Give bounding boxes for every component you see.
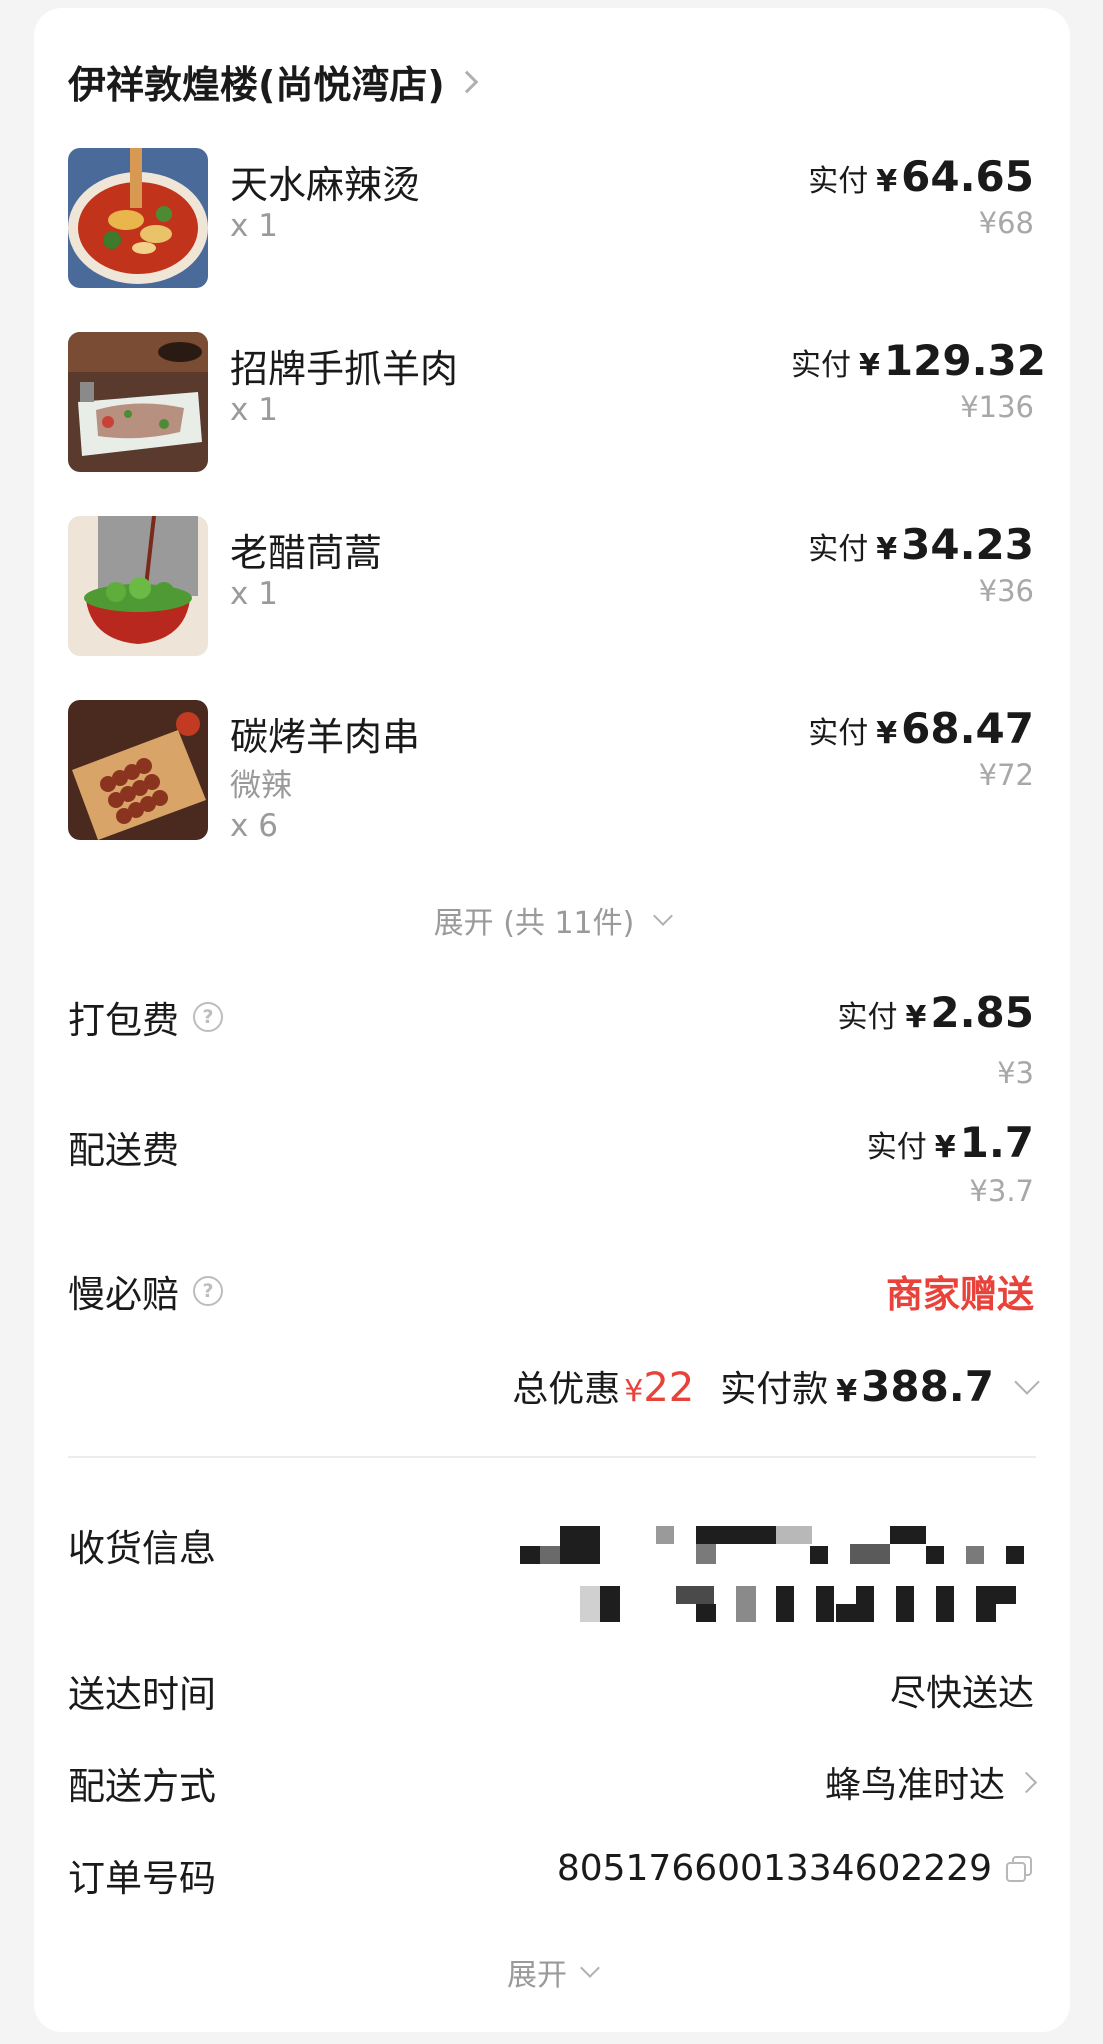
- packing-fee-paid: 实付 ¥ 2.85: [674, 988, 1034, 1037]
- paid-amount: 68.47: [901, 704, 1034, 753]
- item-paid-price: 实付 ¥ 34.23: [674, 520, 1034, 569]
- vinegar-greens-food-image: [68, 516, 208, 656]
- lamb-skewers-food-image: [68, 700, 208, 840]
- delivery-fee-label: 配送费: [68, 1129, 179, 1172]
- late-compensation-label: 慢必赔: [68, 1273, 179, 1316]
- item-spec: 微辣: [230, 768, 292, 804]
- packing-fee-label: 打包费: [68, 999, 179, 1042]
- item-qty: x 1: [230, 576, 278, 612]
- chevron-down-icon: [580, 1958, 600, 1978]
- delivery-time-value: 尽快送达: [889, 1673, 1034, 1714]
- paid-total-label: 实付款: [720, 1369, 829, 1410]
- paid-total-amount: 388.7: [861, 1362, 994, 1411]
- item-qty: x 1: [230, 392, 278, 428]
- help-icon[interactable]: ?: [193, 1276, 223, 1306]
- order-number-row: 8051766001334602229: [474, 1848, 1034, 1889]
- discount-currency: ¥: [624, 1374, 644, 1409]
- item-paid-price: 实付 ¥ 129.32: [666, 336, 1046, 385]
- order-number-value: 8051766001334602229: [556, 1848, 992, 1889]
- expand-more-label: 展开: [507, 1958, 567, 1993]
- paid-amount: 1.7: [959, 1118, 1034, 1167]
- item-paid-price: 实付 ¥ 64.65: [674, 152, 1034, 201]
- order-detail-card: 伊祥敦煌楼(尚悦湾店) 天水麻辣烫 x 1 实付 ¥ 64.65 ¥68 招牌手…: [34, 8, 1070, 2032]
- discount-label: 总优惠: [512, 1369, 621, 1410]
- delivery-fee-original: ¥3.7: [969, 1174, 1034, 1208]
- late-compensation-row: 慢必赔 ?: [68, 1264, 223, 1318]
- currency-symbol: ¥: [876, 164, 898, 199]
- item-name: 招牌手抓羊肉: [230, 347, 459, 391]
- help-icon[interactable]: ?: [193, 1002, 223, 1032]
- item-qty: x 6: [230, 808, 278, 844]
- shop-name-link[interactable]: 伊祥敦煌楼(尚悦湾店): [68, 54, 479, 109]
- packing-fee-row: 打包费 ?: [68, 990, 223, 1044]
- paid-amount: 34.23: [901, 520, 1034, 569]
- chevron-down-icon: [1014, 1369, 1040, 1395]
- lamb-platter-food-image: [68, 332, 208, 472]
- item-original-price: ¥136: [960, 390, 1034, 424]
- delivery-time-label: 送达时间: [68, 1673, 216, 1716]
- item-name: 碳烤羊肉串: [230, 715, 421, 759]
- item-original-price: ¥72: [978, 758, 1034, 792]
- address-redacted-mosaic: [520, 1518, 1040, 1628]
- currency-symbol: ¥: [876, 716, 898, 751]
- divider: [68, 1456, 1036, 1458]
- paid-amount: 129.32: [883, 336, 1046, 385]
- item-paid-price: 实付 ¥ 68.47: [674, 704, 1034, 753]
- delivery-method-link[interactable]: 蜂鸟准时达: [614, 1756, 1038, 1808]
- item-original-price: ¥68: [978, 206, 1034, 240]
- order-total-summary[interactable]: 总优惠 ¥ 22 实付款 ¥ 388.7: [336, 1360, 1040, 1412]
- merchant-gift-badge: 商家赠送: [886, 1273, 1034, 1316]
- paid-label: 实付: [837, 1000, 898, 1035]
- currency-symbol: ¥: [859, 348, 880, 383]
- paid-amount: 64.65: [901, 152, 1034, 201]
- spicy-hotpot-food-image: [68, 148, 208, 288]
- currency-symbol: ¥: [876, 532, 898, 567]
- paid-label: 实付: [808, 716, 869, 751]
- paid-amount: 2.85: [930, 988, 1034, 1037]
- chevron-right-icon: [1015, 1771, 1038, 1793]
- item-name: 老醋茼蒿: [230, 531, 383, 575]
- currency-symbol: ¥: [934, 1130, 956, 1165]
- paid-label: 实付: [808, 532, 869, 567]
- expand-items-button[interactable]: 展开 (共 11件): [34, 898, 1070, 942]
- discount-amount: 22: [643, 1365, 695, 1411]
- item-original-price: ¥36: [978, 574, 1034, 608]
- paid-label: 实付: [791, 348, 852, 383]
- packing-fee-original: ¥3: [997, 1056, 1034, 1090]
- order-number-label: 订单号码: [68, 1857, 216, 1900]
- currency-symbol: ¥: [905, 1000, 927, 1035]
- paid-label: 实付: [866, 1130, 927, 1165]
- chevron-down-icon: [653, 906, 674, 926]
- expand-more-button[interactable]: 展开: [34, 1950, 1070, 1994]
- item-qty: x 1: [230, 208, 278, 244]
- copy-icon[interactable]: [1004, 1854, 1034, 1884]
- expand-items-label: 展开 (共 11件): [433, 906, 635, 941]
- paid-label: 实付: [808, 164, 869, 199]
- delivery-method-label: 配送方式: [68, 1765, 216, 1808]
- shop-name: 伊祥敦煌楼(尚悦湾店): [68, 63, 445, 107]
- paid-total-currency: ¥: [836, 1374, 858, 1409]
- item-name: 天水麻辣烫: [230, 163, 421, 207]
- address-label: 收货信息: [68, 1527, 216, 1570]
- delivery-fee-paid: 实付 ¥ 1.7: [674, 1118, 1034, 1167]
- chevron-right-icon: [455, 70, 479, 93]
- delivery-method-value: 蜂鸟准时达: [824, 1765, 1005, 1806]
